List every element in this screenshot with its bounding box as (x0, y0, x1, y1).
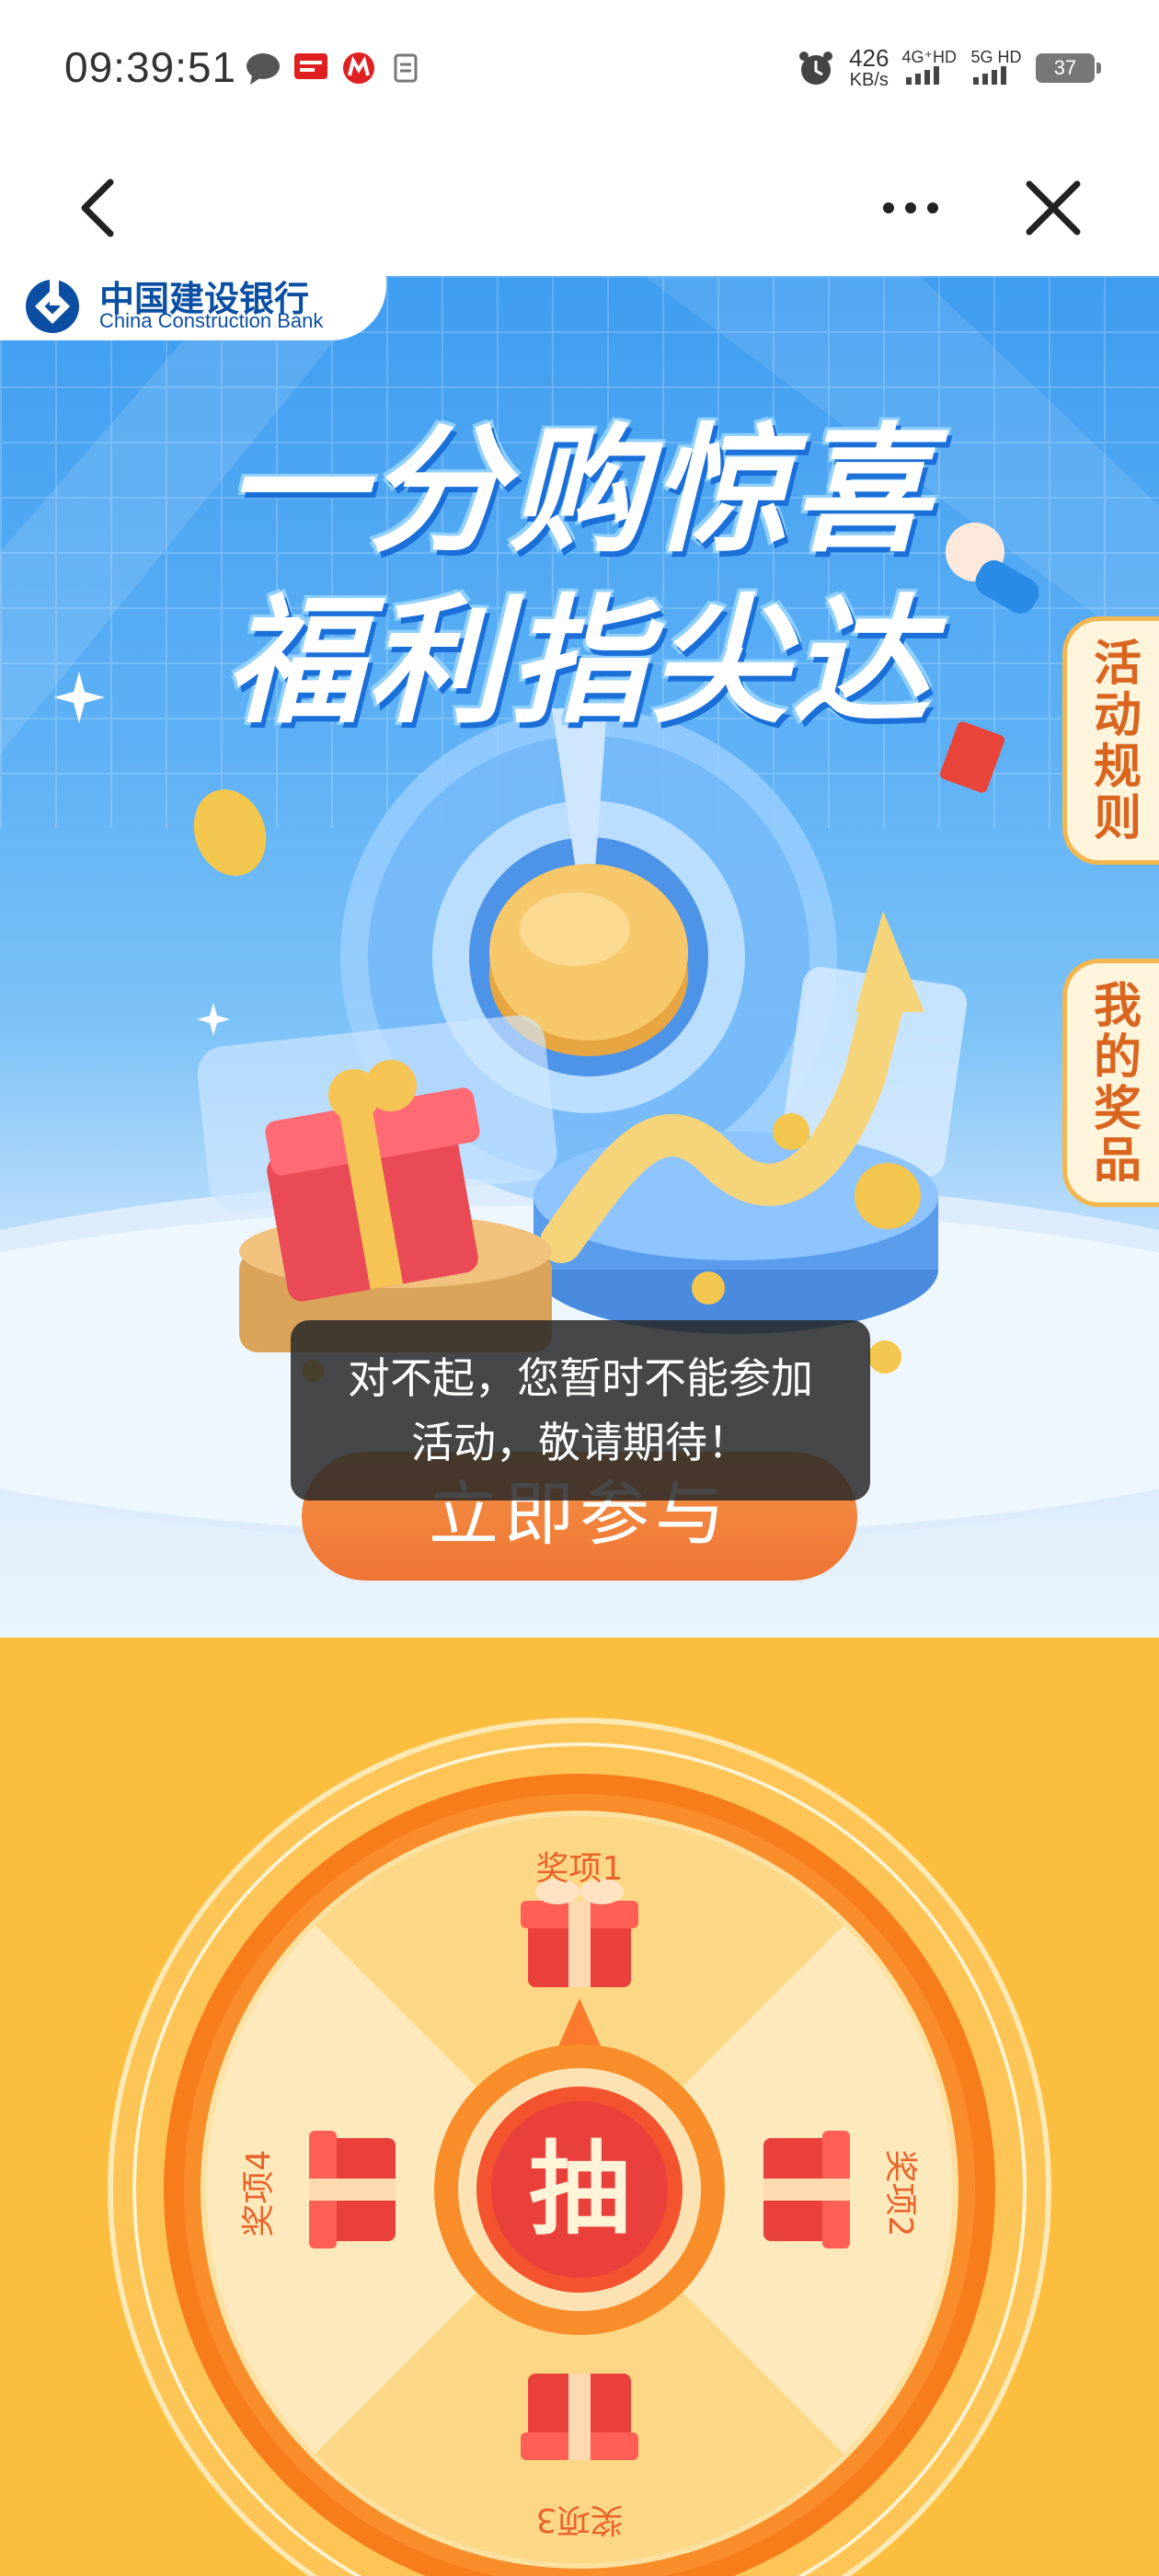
toast-line-2: 活动，敬请期待！ (411, 1418, 750, 1467)
network-speed-value: 426 (849, 44, 889, 72)
error-toast: 对不起，您暂时不能参加 活动，敬请期待！ (291, 1320, 870, 1501)
activity-rules-tab[interactable]: 活动规则 (1062, 616, 1159, 865)
close-icon[interactable] (1016, 171, 1090, 245)
battery-icon: 37 (1036, 53, 1101, 83)
more-dots-icon[interactable] (874, 171, 947, 245)
network-speed: 426 KB/s (849, 46, 889, 90)
status-right-cluster: 426 KB/s 4G⁺HD 5G HD 37 (796, 46, 1101, 90)
bank-logo-area: 中国建设银行 China Construction Bank (0, 276, 386, 340)
message-bubble-icon (247, 53, 280, 85)
ccb-logo-icon (26, 278, 79, 333)
chevron-left-icon[interactable] (64, 171, 138, 245)
signal-5g-label: 5G HD (970, 48, 1022, 66)
my-prizes-tab[interactable]: 我的奖品 (1062, 959, 1159, 1207)
document-icon (394, 53, 418, 83)
news-app-icon (294, 53, 327, 79)
gift-icon (309, 2131, 396, 2248)
status-time: 09:39:51 (64, 43, 237, 91)
draw-button[interactable]: 抽 (491, 2101, 668, 2278)
lottery-section: 奖项1 奖项2 奖项3 奖项4 抽 (0, 1638, 1159, 2576)
bank-app-icon (343, 52, 374, 84)
signal-bars-icon (973, 66, 1006, 85)
network-speed-unit: KB/s (849, 70, 889, 90)
signal-bars-icon (906, 66, 940, 85)
toast-line-1: 对不起，您暂时不能参加 (348, 1353, 813, 1403)
gift-icon (521, 2374, 638, 2460)
headline-line-1: 一分购惊喜 (224, 411, 934, 571)
prize-label-3: 奖项3 (535, 2501, 624, 2538)
status-bar: 09:39:51 426 KB/s 4G⁺HD 5G HD 37 (0, 0, 1159, 138)
signal-4g: 4G⁺HD (901, 48, 957, 88)
prize-label-1: 奖项1 (535, 1850, 624, 1888)
gift-icon (763, 2131, 850, 2248)
browser-nav-bar (0, 138, 1159, 276)
headline-line-2: 福利指尖达 (224, 582, 934, 742)
signal-5g: 5G HD (970, 48, 1023, 88)
prize-label-4: 奖项4 (240, 2149, 278, 2237)
prize-label-2: 奖项2 (881, 2149, 919, 2237)
alarm-clock-icon (799, 52, 833, 85)
bank-name-en: China Construction Bank (99, 309, 324, 332)
signal-4g-label: 4G⁺HD (901, 48, 957, 66)
